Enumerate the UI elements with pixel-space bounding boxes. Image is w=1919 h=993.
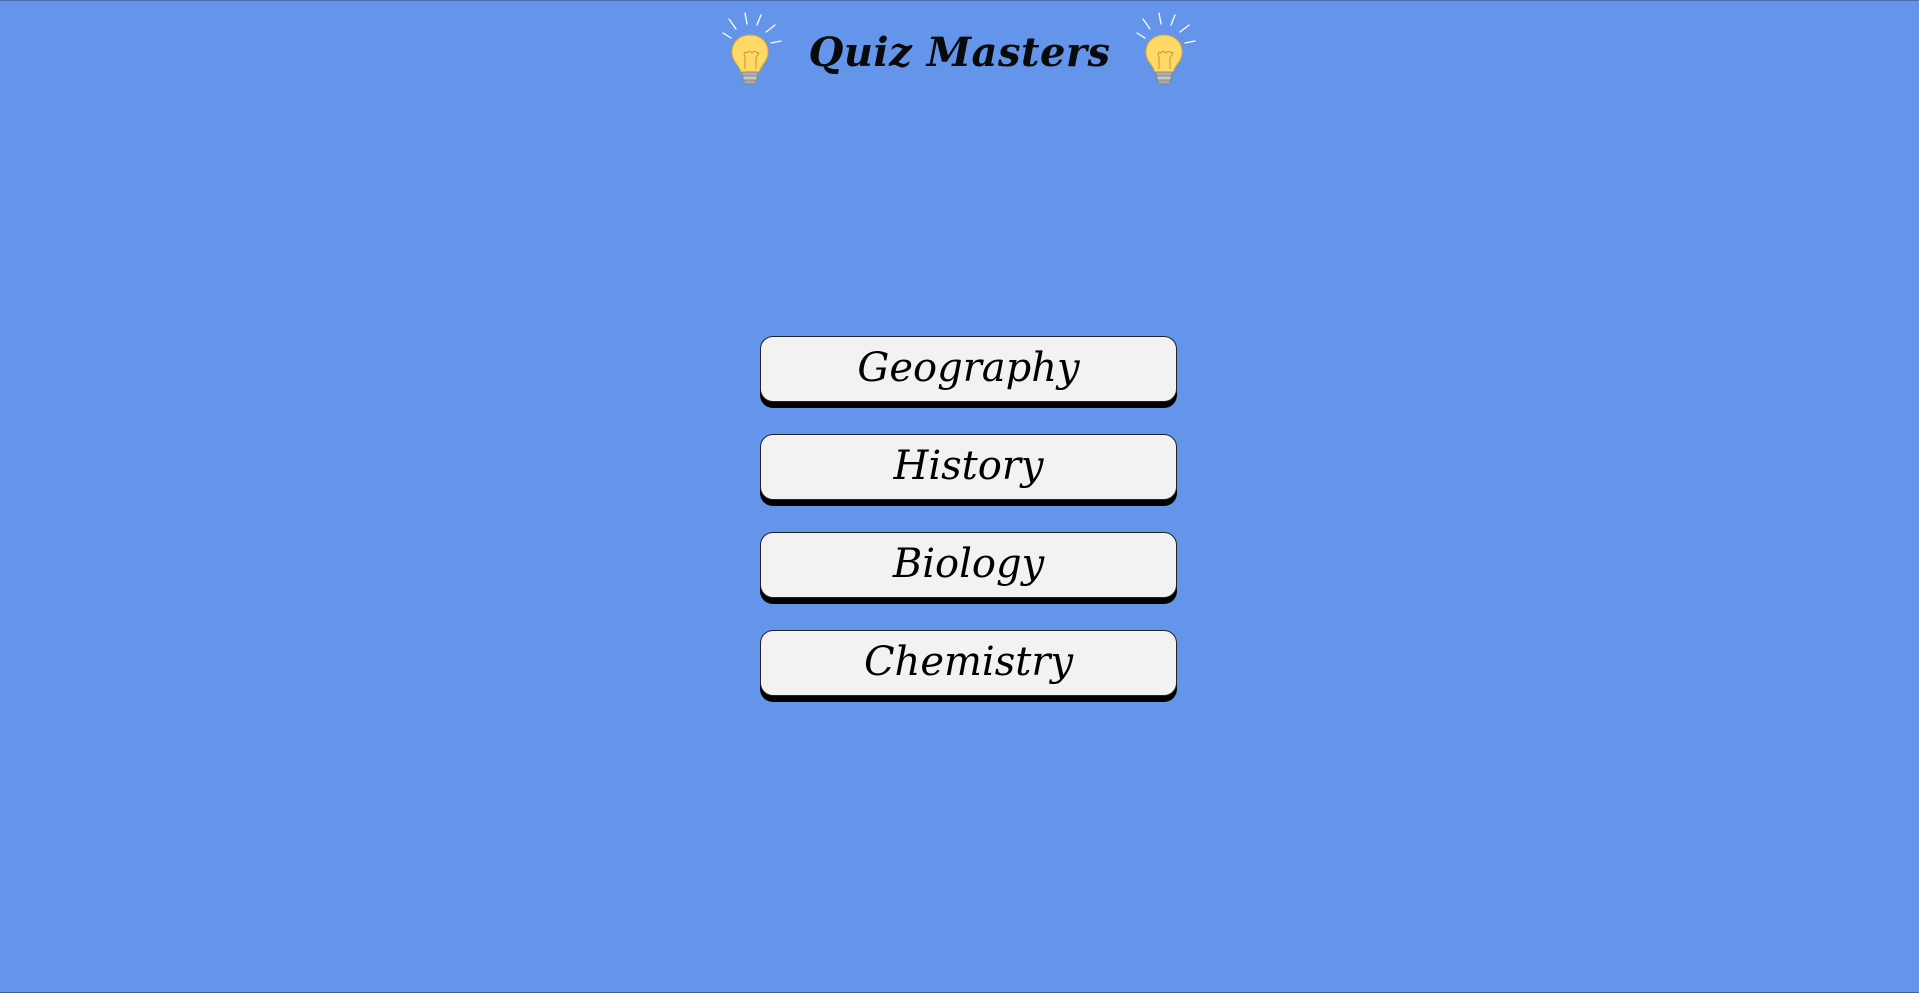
chemistry-button[interactable]: Chemistry [760, 630, 1177, 696]
biology-button[interactable]: Biology [760, 532, 1177, 598]
biology-button-label: Biology [892, 541, 1045, 587]
lightbulb-icon [1135, 12, 1196, 85]
quiz-category-menu: Geography History Biology Chemistry [760, 336, 1177, 696]
history-button-label: History [893, 443, 1044, 489]
geography-button[interactable]: Geography [760, 336, 1177, 402]
lightbulb-icon [721, 12, 782, 85]
history-button[interactable]: History [760, 434, 1177, 500]
header: Quiz Masters [0, 11, 1919, 91]
page-title: Quiz Masters [808, 29, 1111, 76]
geography-button-label: Geography [857, 345, 1080, 391]
chemistry-button-label: Chemistry [863, 639, 1074, 685]
